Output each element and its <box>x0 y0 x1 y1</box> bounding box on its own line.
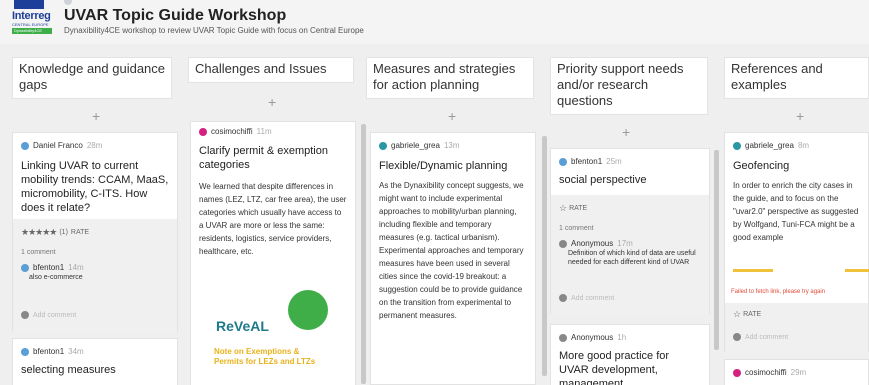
column-scrollbar[interactable] <box>714 150 719 350</box>
post-title: social perspective <box>559 174 647 186</box>
post-footer: ☆ RATE 1 comment Anonymous 17m Definitio… <box>551 195 709 314</box>
board-header: Interreg CENTRAL EUROPE Dynaxibility4CE … <box>0 0 869 44</box>
post-card[interactable]: Anonymous 1h More good practice for UVAR… <box>550 324 710 385</box>
link-error-message: Failed to fetch link, please try again <box>731 289 826 295</box>
avatar <box>559 239 567 248</box>
rating-widget[interactable]: ☆ RATE <box>733 309 761 320</box>
project-badge: Dynaxibility4CE <box>12 28 52 34</box>
post-author: gabriele_grea 13m <box>379 141 460 150</box>
comments-count[interactable]: 1 comment <box>559 225 594 232</box>
post-title: Clarify permit & exemption categories <box>199 145 328 171</box>
column-heading: Knowledge and guidance gaps <box>12 57 172 99</box>
post-author: cosimochiffi 29m <box>733 368 806 377</box>
post-footer: ☆ RATE Add comment <box>725 303 868 352</box>
post-card[interactable]: cosimochiffi 29m <box>724 359 869 385</box>
avatar <box>21 347 29 356</box>
post-title: More good practice for UVAR development,… <box>559 350 670 385</box>
avatar <box>21 263 29 272</box>
avatar <box>21 311 29 319</box>
add-post-button[interactable]: + <box>448 108 456 124</box>
interreg-logo-sub: CENTRAL EUROPE <box>12 22 49 27</box>
post-title: Linking UVAR to current mobility trends:… <box>21 160 169 214</box>
post-author: cosimochiffi 11m <box>199 127 272 136</box>
link-loading-bar <box>845 269 869 272</box>
avatar <box>559 157 567 166</box>
column-heading: Measures and strategies for action plann… <box>366 57 534 99</box>
add-comment-field[interactable]: Add comment <box>21 311 76 319</box>
reveal-logo: ReVeAL <box>216 318 269 334</box>
add-post-button[interactable]: + <box>92 108 100 124</box>
column-heading: References and examples <box>724 57 869 99</box>
avatar <box>733 368 741 377</box>
column-priority-support: Priority support needs and/or research q… <box>550 44 720 385</box>
avatar <box>559 333 567 342</box>
reveal-tree-icon <box>288 290 328 330</box>
add-post-button[interactable]: + <box>268 94 276 110</box>
post-title: selecting measures <box>21 364 116 376</box>
comment-text: also e-commerce <box>29 274 83 281</box>
post-author: Daniel Franco 28m <box>21 141 102 150</box>
post-card[interactable]: bfenton1 34m selecting measures <box>12 338 178 385</box>
comment-text: Definition of which kind of data are use… <box>568 250 696 266</box>
add-post-button[interactable]: + <box>796 108 804 124</box>
stars-icon[interactable]: ★★★★★ <box>21 227 57 238</box>
post-title: Geofencing <box>733 160 790 172</box>
avatar <box>21 141 29 150</box>
column-heading: Priority support needs and/or research q… <box>550 57 708 115</box>
avatar <box>559 294 567 302</box>
post-footer: ★★★★★ (1) RATE 1 comment bfenton1 14m al… <box>13 219 177 332</box>
post-author: gabriele_grea 8m <box>733 141 809 150</box>
attachment-note: Note on Exemptions & Permits for LEZs an… <box>214 347 316 366</box>
post-card[interactable]: cosimochiffi 11m Clarify permit & exempt… <box>190 121 356 385</box>
avatar <box>379 141 387 150</box>
post-author: bfenton1 25m <box>559 157 622 166</box>
interreg-logo: Interreg <box>12 10 51 22</box>
avatar <box>199 127 207 136</box>
column-measures: Measures and strategies for action plann… <box>366 44 548 385</box>
avatar <box>733 141 741 150</box>
comment-author: bfenton1 14m <box>21 263 84 272</box>
rating-widget[interactable]: ☆ RATE <box>559 203 587 214</box>
post-author: Anonymous 1h <box>559 333 626 342</box>
board-title: UVAR Topic Guide Workshop <box>64 7 287 24</box>
post-card[interactable]: bfenton1 25m social perspective ☆ RATE 1… <box>550 148 710 314</box>
avatar <box>733 333 741 341</box>
star-icon[interactable]: ☆ <box>733 309 741 320</box>
post-title: Flexible/Dynamic planning <box>379 160 508 172</box>
post-body: As the Dynaxibility concept suggests, we… <box>379 181 524 320</box>
board-menu-dot[interactable] <box>64 0 72 5</box>
board-subtitle: Dynaxibility4CE workshop to review UVAR … <box>64 26 364 35</box>
comment-author: Anonymous 17m <box>559 239 633 248</box>
column-references: References and examples + gabriele_grea … <box>724 44 869 385</box>
rating-widget[interactable]: ★★★★★ (1) RATE <box>21 227 89 238</box>
post-author: bfenton1 34m <box>21 347 84 356</box>
add-post-button[interactable]: + <box>622 124 630 140</box>
column-heading: Challenges and Issues <box>188 57 354 83</box>
link-loading-bar <box>733 269 773 272</box>
post-card[interactable]: gabriele_grea 8m Geofencing In order to … <box>724 132 869 352</box>
star-icon[interactable]: ☆ <box>559 203 567 214</box>
column-challenges: Challenges and Issues + cosimochiffi 11m… <box>188 44 366 385</box>
add-comment-field[interactable]: Add comment <box>733 333 788 341</box>
post-body: We learned that despite differences in n… <box>199 182 347 256</box>
column-knowledge-gaps: Knowledge and guidance gaps + Daniel Fra… <box>12 44 182 385</box>
comments-count[interactable]: 1 comment <box>21 249 56 256</box>
eu-flag-icon <box>14 0 44 9</box>
post-card[interactable]: gabriele_grea 13m Flexible/Dynamic plann… <box>370 132 536 385</box>
post-card[interactable]: Daniel Franco 28m Linking UVAR to curren… <box>12 132 178 332</box>
column-scrollbar[interactable] <box>542 136 547 376</box>
post-body: In order to enrich the city cases in the… <box>733 181 859 242</box>
add-comment-field[interactable]: Add comment <box>559 294 614 302</box>
